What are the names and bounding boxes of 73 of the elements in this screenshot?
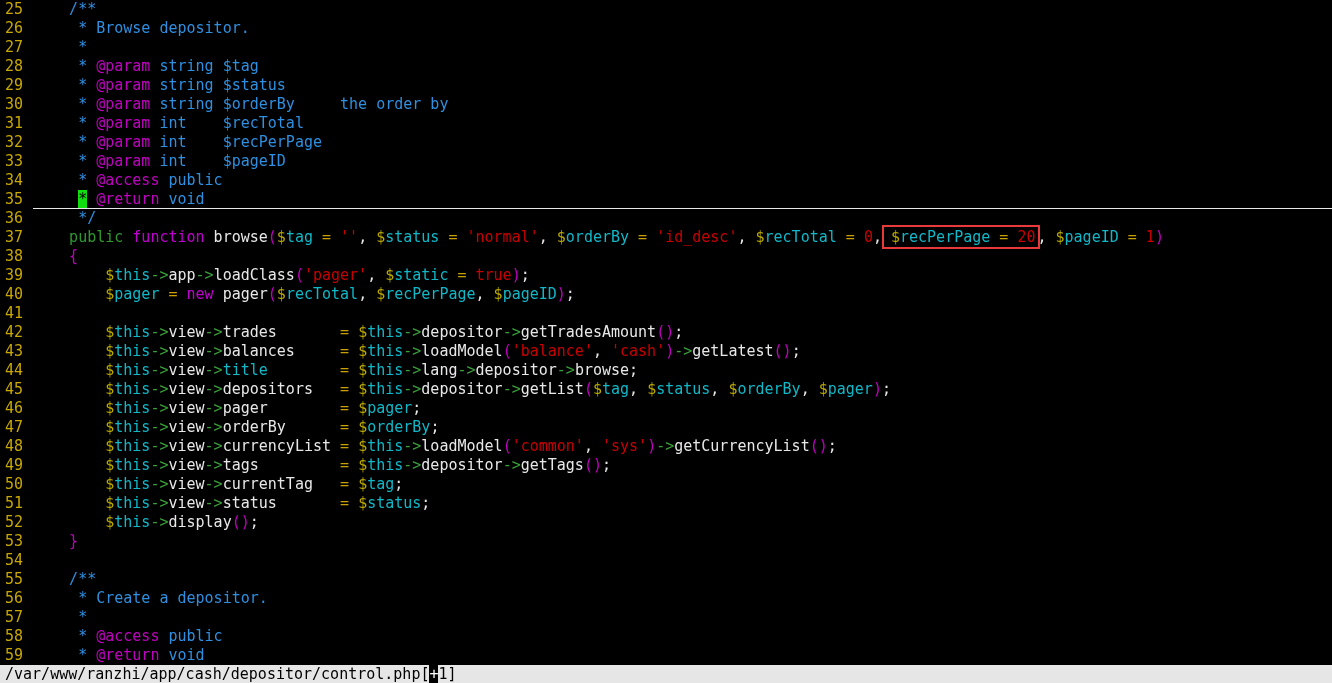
- code-line: * @return void: [77, 190, 205, 208]
- line-number: 29: [4, 76, 25, 95]
- line-number: 25: [4, 0, 25, 19]
- code-line: $this->view->trades = $this->depositor->getTradesAmount();: [104, 323, 684, 342]
- code-line: * @return void: [77, 646, 205, 665]
- line-number: 34: [4, 171, 25, 190]
- code-line: $this->view->orderBy = $orderBy;: [104, 418, 440, 437]
- line-number: 57: [4, 608, 25, 627]
- code-line: * @param string $status: [77, 76, 286, 95]
- line-number: 42: [4, 323, 25, 342]
- code-line: }: [68, 532, 79, 551]
- highlight-box: $recPerPage = 20: [884, 228, 1038, 246]
- line-number: 52: [4, 513, 25, 532]
- line-number: 40: [4, 285, 25, 304]
- code-line: * @param string $orderBy the order by: [77, 95, 449, 114]
- code-line: * @access public: [77, 171, 223, 190]
- code-line: * @param string $tag: [77, 57, 259, 76]
- line-number: 45: [4, 380, 25, 399]
- line-number: 37: [4, 228, 25, 247]
- code-line: /**: [68, 570, 97, 589]
- file-path: /var/www/ranzhi/app/cash/depositor/control.php[: [5, 665, 430, 683]
- line-number: 28: [4, 57, 25, 76]
- code-line: $this->view->currencyList = $this->loadModel('common', 'sys')->getCurrencyList();: [104, 437, 837, 456]
- line-number: 39: [4, 266, 25, 285]
- text-cursor: +: [429, 665, 439, 683]
- line-number: 35: [4, 190, 25, 208]
- file-path: 1]: [438, 665, 457, 683]
- code-line: $this->view->depositors = $this->depositor->getList($tag, $status, $orderBy, $pager);: [104, 380, 891, 399]
- line-number: 41: [4, 304, 25, 323]
- line-number: 46: [4, 399, 25, 418]
- line-number: 27: [4, 38, 25, 57]
- line-number: 58: [4, 627, 25, 646]
- line-number: 56: [4, 589, 25, 608]
- line-number: 32: [4, 133, 25, 152]
- code-line: *: [77, 38, 88, 57]
- code-line: $this->view->balances = $this->loadModel('balance', 'cash')->getLatest();: [104, 342, 801, 361]
- code-line: * @param int $pageID: [77, 152, 286, 171]
- code-line: * @access public: [77, 627, 223, 646]
- line-number: 43: [4, 342, 25, 361]
- code-line: * Browse depositor.: [77, 19, 250, 38]
- line-number: 48: [4, 437, 25, 456]
- code-line: $pager = new pager($recTotal, $recPerPage, $pageID);: [104, 285, 575, 304]
- line-number: 53: [4, 532, 25, 551]
- code-line: {: [68, 247, 79, 266]
- line-number: 50: [4, 475, 25, 494]
- line-number: 33: [4, 152, 25, 171]
- line-number: 31: [4, 114, 25, 133]
- code-line: public function browse($tag = '', $status = 'normal', $orderBy = 'id_desc', $recTotal = 0, $recPerPage = 20, $pageID = 1): [33, 228, 1164, 247]
- line-number: 59: [4, 646, 25, 665]
- line-number: 38: [4, 247, 25, 266]
- text-cursor: *: [78, 190, 88, 208]
- code-line: $this->view->title = $this->lang->depositor->browse;: [104, 361, 639, 380]
- line-number: 51: [4, 494, 25, 513]
- line-number: 55: [4, 570, 25, 589]
- code-line: $this->view->pager = $pager;: [104, 399, 422, 418]
- code-line: /**: [68, 0, 97, 19]
- code-line: * @param int $recPerPage: [77, 133, 322, 152]
- line-number: 44: [4, 361, 25, 380]
- code-line: $this->view->status = $status;: [104, 494, 431, 513]
- code-line: $this->app->loadClass('pager', $static = true);: [104, 266, 530, 285]
- line-number: 36: [4, 209, 25, 228]
- code-line: $this->display();: [104, 513, 259, 532]
- line-number: 54: [4, 551, 25, 570]
- line-number: 30: [4, 95, 25, 114]
- line-number: 26: [4, 19, 25, 38]
- code-line: *: [77, 608, 88, 627]
- code-line: */: [77, 209, 97, 228]
- code-line: $this->view->currentTag = $tag;: [104, 475, 404, 494]
- code-line: * @param int $recTotal: [77, 114, 304, 133]
- code-line: $this->view->tags = $this->depositor->getTags();: [104, 456, 611, 475]
- line-number: 49: [4, 456, 25, 475]
- code-line: * Create a depositor.: [77, 589, 268, 608]
- line-number: 47: [4, 418, 25, 437]
